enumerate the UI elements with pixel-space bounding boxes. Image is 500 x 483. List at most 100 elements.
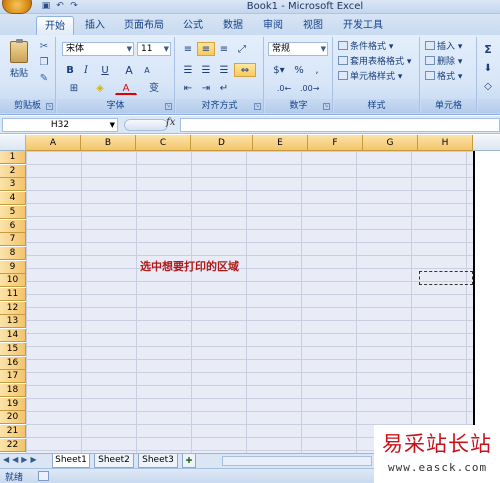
row-header[interactable]: 3 bbox=[0, 178, 26, 192]
column-header[interactable]: F bbox=[308, 135, 363, 151]
row-header[interactable]: 14 bbox=[0, 329, 26, 343]
wrap-text-icon[interactable]: ↵ bbox=[216, 81, 232, 95]
column-header[interactable]: A bbox=[26, 135, 81, 151]
copy-icon[interactable]: ❐ bbox=[38, 57, 50, 69]
row-header[interactable]: 10 bbox=[0, 274, 26, 288]
sheet-nav-arrows-icon[interactable]: ◀◀▶▶ bbox=[3, 455, 40, 464]
sheet-tab-1[interactable]: Sheet1 bbox=[52, 454, 90, 468]
row-header[interactable]: 20 bbox=[0, 411, 26, 425]
format-cells-button[interactable]: 格式 ▾ bbox=[425, 70, 462, 85]
row-header[interactable]: 21 bbox=[0, 425, 26, 438]
currency-icon[interactable]: $▾ bbox=[269, 63, 289, 77]
tab-data[interactable]: 数据 bbox=[218, 16, 248, 35]
tab-formulas[interactable]: 公式 bbox=[178, 16, 208, 35]
tab-review[interactable]: 审阅 bbox=[258, 16, 288, 35]
clear-icon[interactable]: ◇ bbox=[481, 79, 495, 93]
tab-developer[interactable]: 开发工具 bbox=[338, 16, 388, 35]
tab-page-layout[interactable]: 页面布局 bbox=[120, 16, 168, 35]
bold-button[interactable]: B bbox=[63, 63, 77, 77]
increase-indent-icon[interactable]: ⇥ bbox=[197, 81, 215, 95]
grow-font-button[interactable]: A bbox=[121, 63, 137, 77]
number-launcher-icon[interactable]: ↘ bbox=[323, 103, 330, 110]
row-header[interactable]: 16 bbox=[0, 356, 26, 370]
delete-cells-button[interactable]: 删除 ▾ bbox=[425, 55, 462, 70]
selected-range[interactable] bbox=[26, 151, 473, 453]
increase-decimal-icon[interactable]: .0← bbox=[275, 81, 293, 95]
fill-color-icon[interactable]: ◈ bbox=[89, 81, 111, 95]
row-header[interactable]: 9 bbox=[0, 260, 26, 274]
font-color-button[interactable]: A bbox=[115, 81, 137, 95]
merge-center-icon[interactable]: ⇔ bbox=[234, 63, 256, 77]
conditional-formatting-icon bbox=[338, 41, 348, 50]
row-header[interactable]: 13 bbox=[0, 315, 26, 329]
row-header[interactable]: 1 bbox=[0, 151, 26, 164]
align-middle-icon[interactable]: ≡ bbox=[197, 42, 215, 56]
row-header[interactable]: 19 bbox=[0, 397, 26, 411]
fill-icon[interactable]: ⬇ bbox=[481, 61, 495, 75]
row-header[interactable]: 18 bbox=[0, 383, 26, 397]
row-header[interactable]: 11 bbox=[0, 288, 26, 301]
column-header[interactable]: H bbox=[418, 135, 473, 151]
font-name-combo[interactable]: 宋体 ▼ bbox=[62, 42, 134, 56]
row-header[interactable]: 5 bbox=[0, 205, 26, 219]
decrease-decimal-icon[interactable]: .00→ bbox=[299, 81, 319, 95]
site-watermark: 易采站长站 www.easck.com bbox=[374, 425, 500, 483]
align-left-icon[interactable]: ☰ bbox=[180, 63, 196, 77]
column-header[interactable]: G bbox=[363, 135, 418, 151]
row-header[interactable]: 6 bbox=[0, 219, 26, 233]
tab-insert[interactable]: 插入 bbox=[80, 16, 110, 35]
row-header[interactable]: 22 bbox=[0, 438, 26, 452]
underline-button[interactable]: U bbox=[95, 63, 115, 77]
format-painter-icon[interactable]: ✎ bbox=[38, 73, 50, 85]
name-box[interactable]: H32 ▼ bbox=[2, 118, 118, 132]
alignment-launcher-icon[interactable]: ↘ bbox=[254, 103, 261, 110]
formula-bar: H32 ▼ fx bbox=[0, 116, 500, 134]
row-header[interactable]: 8 bbox=[0, 246, 26, 260]
percent-button[interactable]: % bbox=[291, 63, 307, 77]
shrink-font-button[interactable]: A bbox=[139, 63, 155, 77]
align-top-icon[interactable]: ≡ bbox=[180, 42, 196, 56]
format-as-table-button[interactable]: 套用表格格式 ▾ bbox=[338, 55, 411, 70]
paste-button[interactable]: 粘贴 bbox=[6, 39, 32, 85]
column-header[interactable]: E bbox=[253, 135, 308, 151]
column-header[interactable]: C bbox=[136, 135, 191, 151]
select-all-button[interactable] bbox=[0, 135, 26, 151]
font-launcher-icon[interactable]: ↘ bbox=[165, 103, 172, 110]
formula-bar-splitter[interactable] bbox=[124, 119, 168, 131]
align-center-icon[interactable]: ☰ bbox=[197, 63, 215, 77]
annotation-text: 选中想要打印的区域 bbox=[140, 260, 239, 273]
row-header[interactable]: 15 bbox=[0, 342, 26, 356]
cut-icon[interactable]: ✂ bbox=[38, 41, 50, 53]
phonetic-button[interactable]: 变 bbox=[143, 81, 165, 95]
font-size-combo[interactable]: 11 ▼ bbox=[137, 42, 171, 56]
row-header[interactable]: 2 bbox=[0, 164, 26, 178]
decrease-indent-icon[interactable]: ⇤ bbox=[180, 81, 196, 95]
insert-function-button[interactable]: fx bbox=[166, 117, 175, 128]
clipboard-launcher-icon[interactable]: ↘ bbox=[46, 103, 53, 110]
row-header[interactable]: 4 bbox=[0, 192, 26, 206]
conditional-formatting-button[interactable]: 条件格式 ▾ bbox=[338, 40, 411, 55]
row-header[interactable]: 12 bbox=[0, 301, 26, 315]
align-right-icon[interactable]: ☰ bbox=[216, 63, 232, 77]
tab-view[interactable]: 视图 bbox=[298, 16, 328, 35]
horizontal-scrollbar[interactable] bbox=[222, 456, 372, 466]
autosum-button[interactable]: Σ bbox=[481, 42, 495, 56]
insert-cells-button[interactable]: 插入 ▾ bbox=[425, 40, 462, 55]
cell-styles-button[interactable]: 单元格样式 ▾ bbox=[338, 70, 411, 85]
tab-home[interactable]: 开始 bbox=[36, 16, 74, 35]
sheet-tab-2[interactable]: Sheet2 bbox=[94, 454, 134, 468]
insert-sheet-icon[interactable]: ✚ bbox=[182, 454, 196, 468]
borders-icon[interactable]: ⊞ bbox=[63, 81, 85, 95]
italic-button[interactable]: I bbox=[79, 63, 93, 77]
column-header[interactable]: B bbox=[81, 135, 136, 151]
align-bottom-icon[interactable]: ≡ bbox=[216, 42, 232, 56]
formula-input[interactable] bbox=[180, 118, 500, 132]
macro-record-icon[interactable] bbox=[38, 471, 49, 481]
comma-button[interactable]: , bbox=[309, 63, 325, 77]
sheet-tab-3[interactable]: Sheet3 bbox=[138, 454, 178, 468]
column-header[interactable]: D bbox=[191, 135, 253, 151]
number-format-combo[interactable]: 常规 ▼ bbox=[268, 42, 328, 56]
row-header[interactable]: 17 bbox=[0, 370, 26, 384]
row-header[interactable]: 7 bbox=[0, 233, 26, 247]
orientation-icon[interactable]: ⤢ bbox=[234, 42, 250, 56]
